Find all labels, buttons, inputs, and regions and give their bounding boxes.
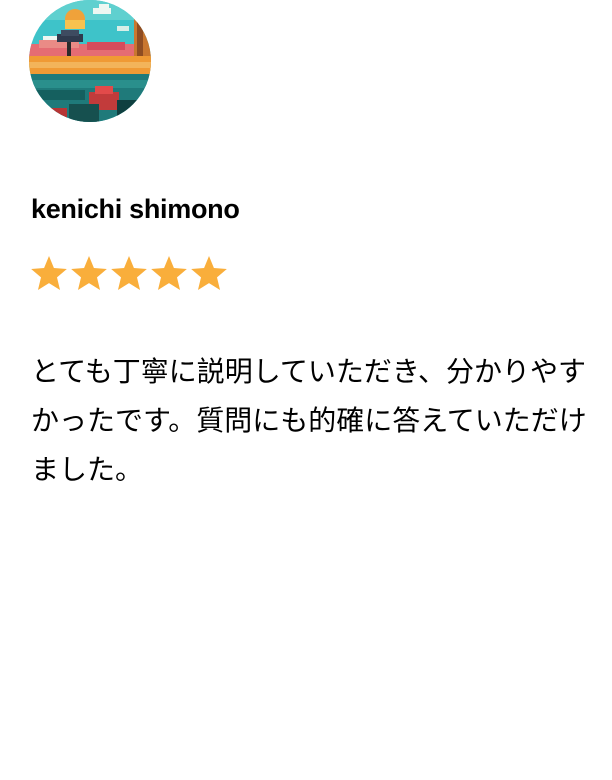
- review-text: とても丁寧に説明していただき、分かりやすかったです。質問にも的確に答えていただけ…: [31, 355, 587, 486]
- star-icon: [29, 253, 69, 293]
- star-icon: [149, 253, 189, 293]
- reviewer-name: kenichi shimono: [31, 194, 240, 224]
- star-rating: [29, 253, 229, 293]
- star-icon: [189, 253, 229, 293]
- avatar[interactable]: [29, 0, 151, 122]
- star-icon: [69, 253, 109, 293]
- review-card: kenichi shimono とても丁寧に説明していただき、分かりやすかったで…: [0, 0, 612, 780]
- star-icon: [109, 253, 149, 293]
- pixel-art-landscape-icon: [29, 0, 151, 122]
